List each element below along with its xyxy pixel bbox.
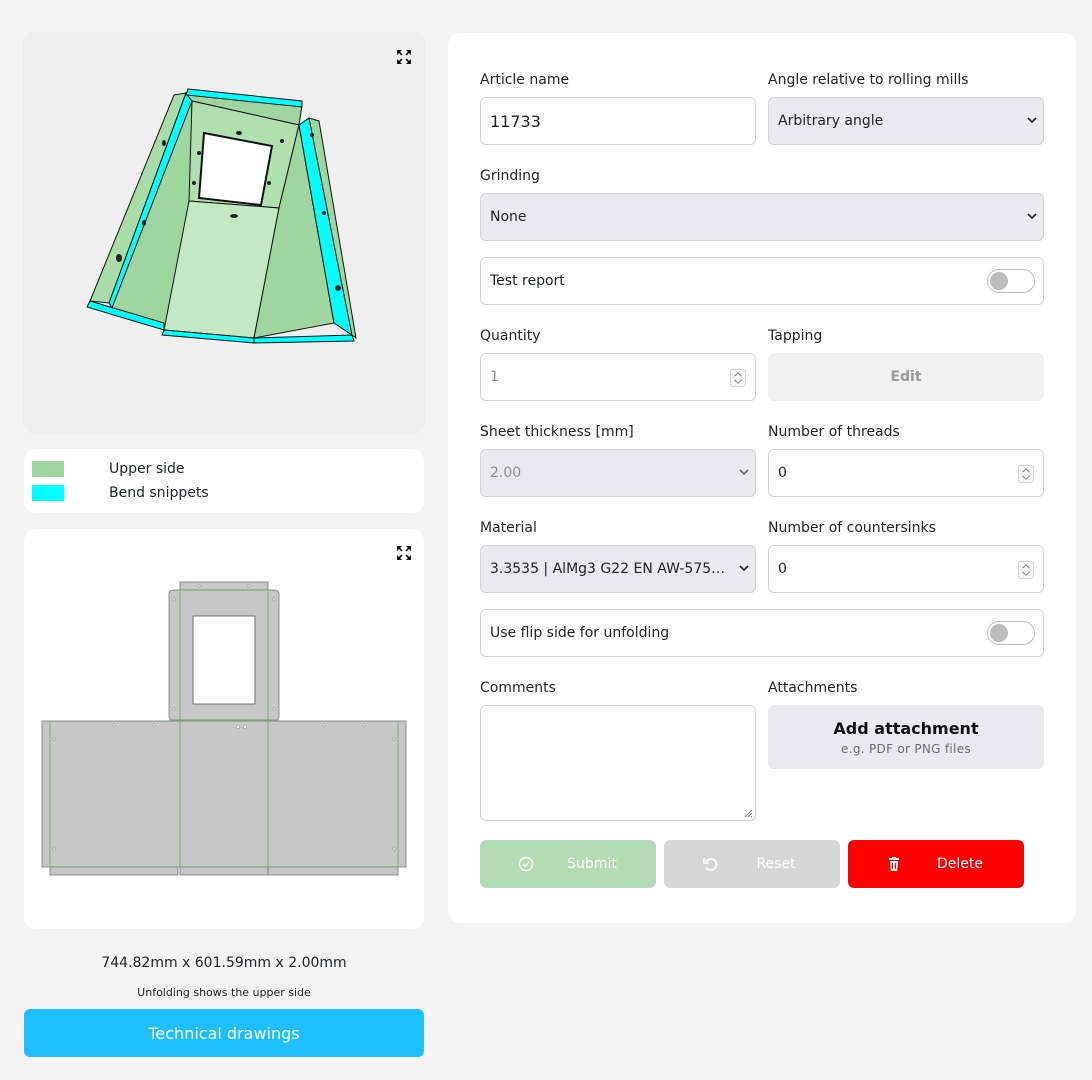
3d-preview-panel[interactable] xyxy=(24,33,424,433)
stepper-arrows-icon xyxy=(1022,468,1030,480)
technical-drawings-button[interactable]: Technical drawings xyxy=(24,1009,424,1057)
sheet-thickness-label: Sheet thickness [mm] xyxy=(480,424,634,440)
article-name-input[interactable]: 11733 xyxy=(480,97,756,145)
attachments-label: Attachments xyxy=(768,680,858,696)
test-report-label: Test report xyxy=(490,273,565,289)
sheet-thickness-select[interactable]: 2.00 xyxy=(480,449,756,497)
chevron-down-icon xyxy=(739,469,749,476)
threads-input[interactable]: 0 xyxy=(768,449,1044,497)
countersinks-value: 0 xyxy=(778,561,787,577)
legend-label: Upper side xyxy=(109,461,185,477)
quantity-placeholder: 1 xyxy=(490,369,499,385)
countersinks-stepper[interactable] xyxy=(1018,561,1034,579)
chevron-down-icon xyxy=(1027,117,1037,124)
stepper-arrows-icon xyxy=(1022,564,1030,576)
threads-value: 0 xyxy=(778,465,787,481)
upper-side-swatch xyxy=(32,461,64,477)
article-form: Article name 11733 Angle relative to rol… xyxy=(448,33,1076,923)
article-name-label: Article name xyxy=(480,72,570,88)
chevron-down-icon xyxy=(739,565,749,572)
sheet-thickness-value: 2.00 xyxy=(490,465,522,481)
threads-label: Number of threads xyxy=(768,424,900,440)
3d-part-model xyxy=(86,88,357,344)
reset-button[interactable]: Reset xyxy=(664,840,840,888)
countersinks-input[interactable]: 0 xyxy=(768,545,1044,593)
quantity-label: Quantity xyxy=(480,328,541,344)
trash-icon xyxy=(889,857,899,871)
legend-item-bend-snippets: Bend snippets xyxy=(32,485,209,501)
undo-icon xyxy=(703,858,718,871)
angle-label: Angle relative to rolling mills xyxy=(768,72,969,88)
grinding-label: Grinding xyxy=(480,168,540,184)
resize-handle-icon[interactable] xyxy=(744,809,753,818)
unfolding-preview-panel[interactable] xyxy=(24,529,424,929)
chevron-down-icon xyxy=(1027,213,1037,220)
stepper-arrows-icon xyxy=(734,372,742,384)
flip-side-toggle[interactable] xyxy=(987,621,1035,645)
add-attachment-button[interactable]: Add attachment e.g. PDF or PNG files xyxy=(768,705,1044,769)
unfold-note: Unfolding shows the upper side xyxy=(137,986,311,999)
angle-value: Arbitrary angle xyxy=(778,113,884,129)
flip-side-row: Use flip side for unfolding xyxy=(480,609,1044,657)
add-attachment-hint: e.g. PDF or PNG files xyxy=(841,741,971,756)
flip-side-label: Use flip side for unfolding xyxy=(490,625,670,641)
part-dimensions: 744.82mm x 601.59mm x 2.00mm xyxy=(101,955,347,971)
test-report-toggle[interactable] xyxy=(987,269,1035,293)
bend-snippets-swatch xyxy=(32,485,64,501)
angle-select[interactable]: Arbitrary angle xyxy=(768,97,1044,145)
reset-label: Reset xyxy=(756,856,796,872)
legend-item-upper-side: Upper side xyxy=(32,461,185,477)
submit-label: Submit xyxy=(567,856,617,872)
countersinks-label: Number of countersinks xyxy=(768,520,936,536)
submit-button[interactable]: Submit xyxy=(480,840,656,888)
delete-label: Delete xyxy=(937,856,983,872)
grinding-select[interactable]: None xyxy=(480,193,1044,241)
tapping-edit-button[interactable]: Edit xyxy=(768,353,1044,401)
comments-textarea[interactable] xyxy=(480,705,756,821)
threads-stepper[interactable] xyxy=(1018,465,1034,483)
color-legend: Upper side Bend snippets xyxy=(24,449,424,513)
comments-label: Comments xyxy=(480,680,556,696)
test-report-row: Test report xyxy=(480,257,1044,305)
tapping-label: Tapping xyxy=(768,328,823,344)
quantity-input[interactable]: 1 xyxy=(480,353,756,401)
article-name-value: 11733 xyxy=(490,111,541,131)
unfolded-sheet xyxy=(41,581,407,876)
quantity-stepper[interactable] xyxy=(730,369,746,387)
check-circle-icon xyxy=(518,856,534,872)
material-label: Material xyxy=(480,520,537,536)
add-attachment-title: Add attachment xyxy=(833,718,979,738)
toggle-knob xyxy=(990,272,1008,290)
toggle-knob xyxy=(990,624,1008,642)
material-value: 3.3535 | AlMg3 G22 EN AW-5754… xyxy=(490,561,733,577)
legend-label: Bend snippets xyxy=(109,485,209,501)
delete-button[interactable]: Delete xyxy=(848,840,1024,888)
material-select[interactable]: 3.3535 | AlMg3 G22 EN AW-5754… xyxy=(480,545,756,593)
grinding-value: None xyxy=(490,209,527,225)
